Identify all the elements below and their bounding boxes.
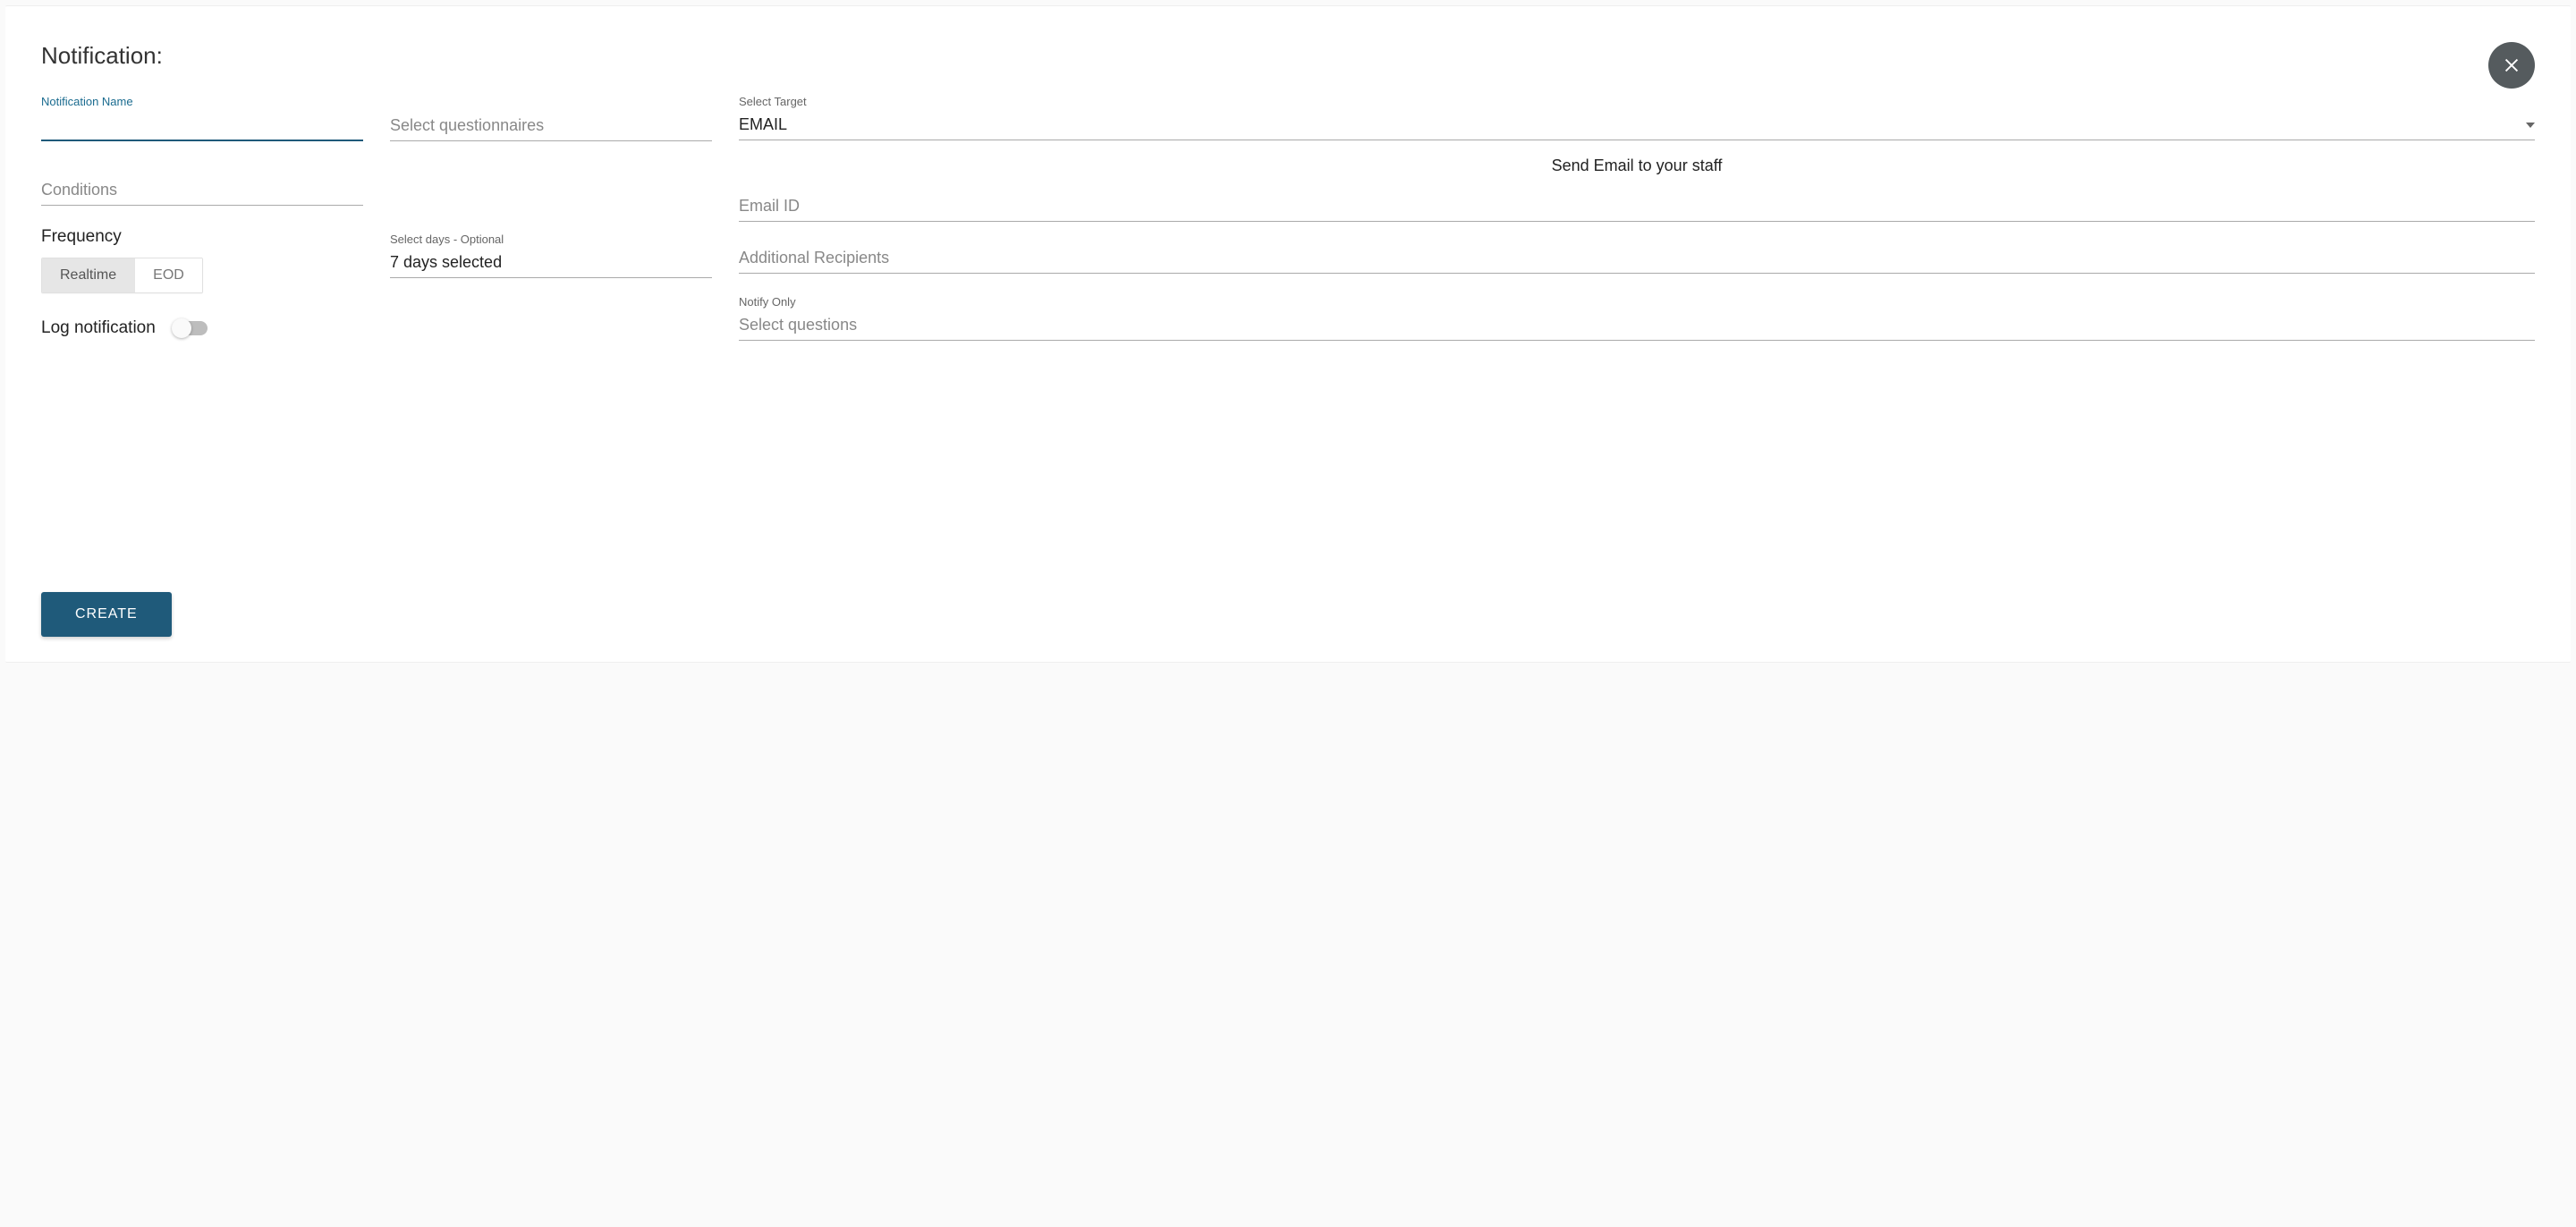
select-days-value: 7 days selected <box>390 253 502 272</box>
notify-only-label: Notify Only <box>739 295 2535 309</box>
close-icon <box>2502 55 2521 75</box>
notification-panel: Notification: Notification Name Frequenc… <box>5 5 2571 663</box>
middle-column: Select days - Optional 7 days selected <box>390 95 712 362</box>
select-target-value: EMAIL <box>739 115 787 134</box>
frequency-label: Frequency <box>41 227 363 247</box>
select-days-dropdown[interactable]: 7 days selected <box>390 248 712 278</box>
select-target-dropdown[interactable]: EMAIL <box>739 110 2535 140</box>
frequency-realtime-button[interactable]: Realtime <box>42 258 134 292</box>
notification-name-input[interactable] <box>41 110 363 141</box>
select-questions-input[interactable] <box>739 310 2535 341</box>
toggle-knob <box>172 318 191 338</box>
log-notification-label: Log notification <box>41 318 156 338</box>
notification-name-label: Notification Name <box>41 95 363 108</box>
close-button[interactable] <box>2488 42 2535 89</box>
frequency-toggle: Realtime EOD <box>41 258 203 293</box>
chevron-down-icon <box>2526 123 2535 128</box>
right-column: Select Target EMAIL Send Email to your s… <box>739 95 2535 362</box>
page-title: Notification: <box>41 42 2535 70</box>
additional-recipients-input[interactable] <box>739 243 2535 274</box>
email-id-input[interactable] <box>739 191 2535 222</box>
create-button[interactable]: CREATE <box>41 592 172 637</box>
left-column: Notification Name Frequency Realtime EOD… <box>41 95 363 362</box>
select-target-label: Select Target <box>739 95 2535 108</box>
select-questionnaires-input[interactable] <box>390 111 712 141</box>
log-notification-toggle[interactable] <box>174 321 208 335</box>
send-email-helper: Send Email to your staff <box>739 157 2535 175</box>
select-days-label: Select days - Optional <box>390 233 712 246</box>
conditions-input[interactable] <box>41 175 363 206</box>
frequency-eod-button[interactable]: EOD <box>134 258 202 292</box>
